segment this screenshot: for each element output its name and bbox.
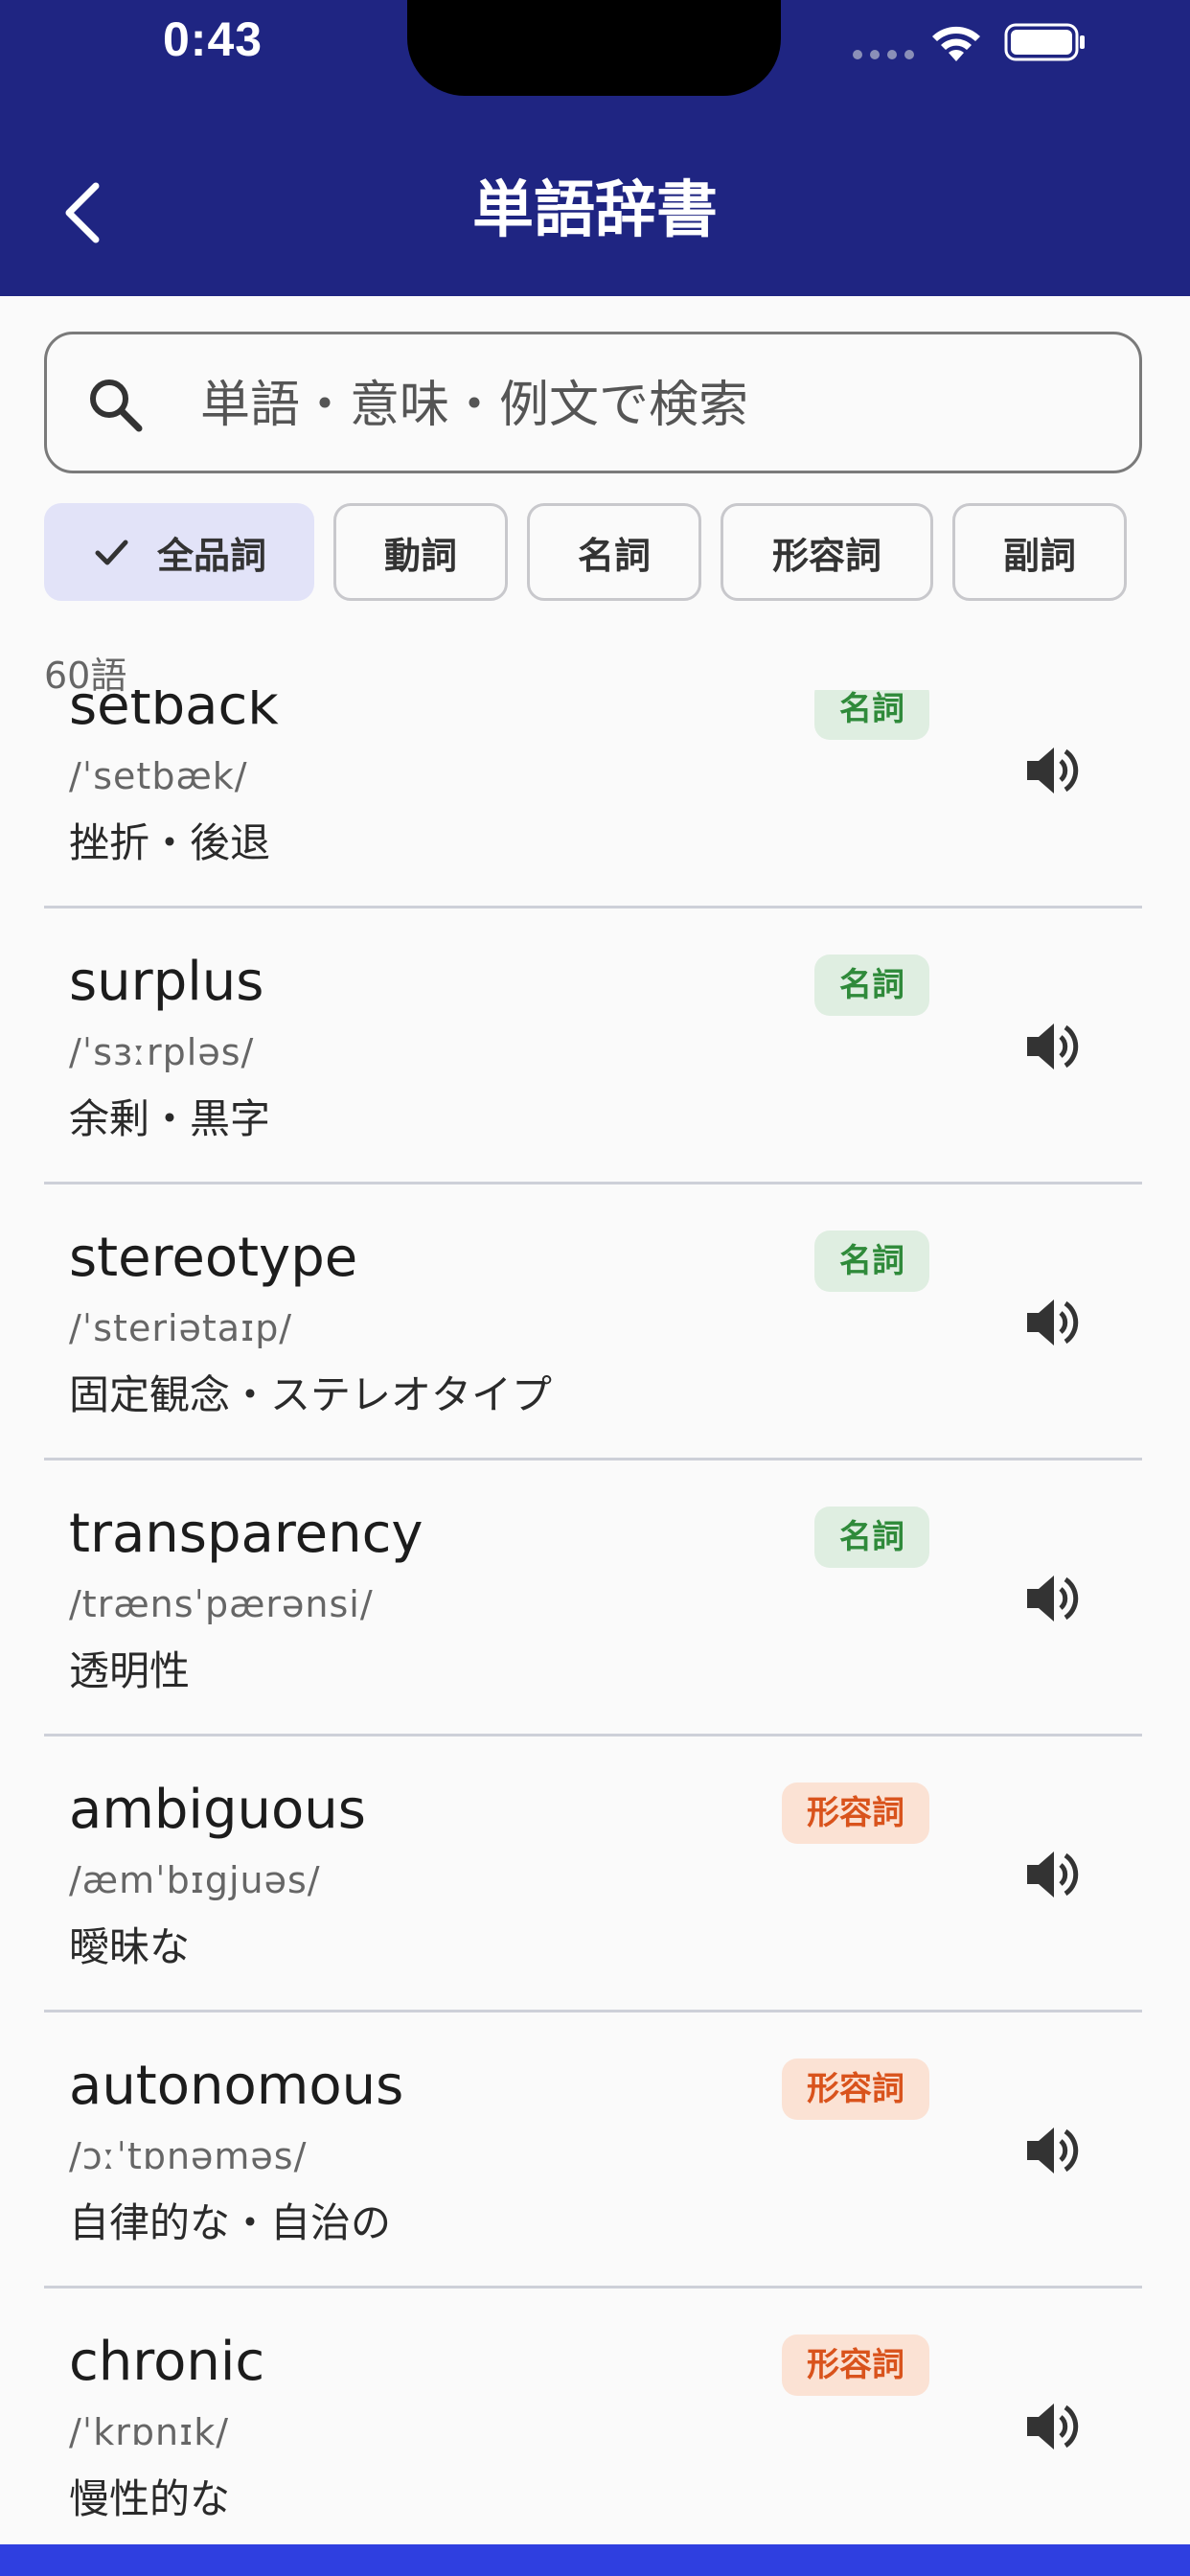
word-meaning: 透明性	[69, 1647, 191, 1694]
word-meaning: 慢性的な	[69, 2475, 231, 2522]
word-term: ambiguous	[69, 1779, 366, 1841]
filter-chip-label: 名詞	[577, 534, 651, 577]
word-term: transparency	[69, 1503, 423, 1565]
page-title: 単語辞書	[472, 175, 718, 246]
cellular-signal-icon	[853, 50, 914, 59]
dynamic-island	[407, 0, 781, 96]
list-item[interactable]: ambiguous 形容詞 /æmˈbɪgjuəs/ 曖昧な	[44, 1736, 1142, 2012]
speaker-icon[interactable]	[1019, 2394, 1085, 2459]
bottom-bar	[0, 2544, 1190, 2576]
wifi-icon	[932, 26, 980, 61]
search-box[interactable]	[44, 332, 1142, 473]
word-term: setback	[69, 690, 279, 737]
filter-chip-verb[interactable]: 動詞	[333, 503, 508, 601]
pos-badge: 名詞	[814, 1230, 929, 1292]
word-pronunciation: /ˈsteriətaɪp/	[69, 1307, 293, 1349]
check-icon	[95, 540, 128, 565]
list-item[interactable]: transparency 名詞 /trænsˈpærənsi/ 透明性	[44, 1460, 1142, 1736]
search-input[interactable]	[200, 369, 1063, 442]
filter-chip-adverb[interactable]: 副詞	[952, 503, 1127, 601]
pos-badge: 名詞	[814, 1506, 929, 1568]
word-pronunciation: /ɔːˈtɒnəməs/	[69, 2135, 308, 2177]
word-meaning: 挫折・後退	[69, 819, 271, 866]
pos-badge: 名詞	[814, 690, 929, 740]
filter-chip-label: 全品詞	[156, 534, 266, 577]
word-meaning: 自律的な・自治の	[69, 2199, 392, 2246]
pos-badge: 形容詞	[782, 2058, 929, 2120]
word-term: stereotype	[69, 1227, 358, 1289]
speaker-icon[interactable]	[1019, 1842, 1085, 1907]
filter-chip-noun[interactable]: 名詞	[527, 503, 701, 601]
list-item[interactable]: setback 名詞 /ˈsetbæk/ 挫折・後退	[44, 690, 1142, 908]
speaker-icon[interactable]	[1019, 1566, 1085, 1631]
pos-badge: 形容詞	[782, 2334, 929, 2396]
speaker-icon[interactable]	[1019, 2118, 1085, 2183]
word-pronunciation: /ˈsetbæk/	[69, 755, 248, 797]
list-item[interactable]: chronic 形容詞 /ˈkrɒnɪk/ 慢性的な	[44, 2288, 1142, 2544]
list-item[interactable]: stereotype 名詞 /ˈsteriətaɪp/ 固定観念・ステレオタイプ	[44, 1184, 1142, 1460]
list-item[interactable]: autonomous 形容詞 /ɔːˈtɒnəməs/ 自律的な・自治の	[44, 2012, 1142, 2288]
battery-icon	[1004, 23, 1085, 61]
pos-badge: 形容詞	[782, 1782, 929, 1844]
word-meaning: 固定観念・ステレオタイプ	[69, 1371, 553, 1418]
filter-chip-all[interactable]: 全品詞	[44, 503, 314, 601]
filter-chip-label: 動詞	[383, 534, 457, 577]
word-pronunciation: /æmˈbɪgjuəs/	[69, 1859, 321, 1901]
word-pronunciation: /ˈkrɒnɪk/	[69, 2411, 230, 2453]
word-pronunciation: /trænsˈpærənsi/	[69, 1583, 374, 1625]
app-bar: 0:43 単語辞書	[0, 0, 1190, 296]
filter-chip-label: 副詞	[1002, 534, 1076, 577]
pos-badge: 名詞	[814, 954, 929, 1016]
word-pronunciation: /ˈsɜːrpləs/	[69, 1031, 255, 1073]
list-item[interactable]: surplus 名詞 /ˈsɜːrpləs/ 余剰・黒字	[44, 908, 1142, 1184]
word-term: autonomous	[69, 2055, 404, 2117]
word-term: chronic	[69, 2331, 265, 2393]
search-icon	[90, 380, 143, 432]
filter-chip-adjective[interactable]: 形容詞	[721, 503, 933, 601]
filter-chip-label: 形容詞	[771, 534, 881, 577]
word-term: surplus	[69, 951, 264, 1013]
word-meaning: 曖昧な	[69, 1923, 191, 1970]
speaker-icon[interactable]	[1019, 1290, 1085, 1355]
status-time: 0:43	[163, 12, 263, 66]
speaker-icon[interactable]	[1019, 738, 1085, 803]
speaker-icon[interactable]	[1019, 1014, 1085, 1079]
word-meaning: 余剰・黒字	[69, 1095, 271, 1142]
word-list[interactable]: setback 名詞 /ˈsetbæk/ 挫折・後退 surplus 名詞 /ˈ…	[0, 690, 1190, 2544]
